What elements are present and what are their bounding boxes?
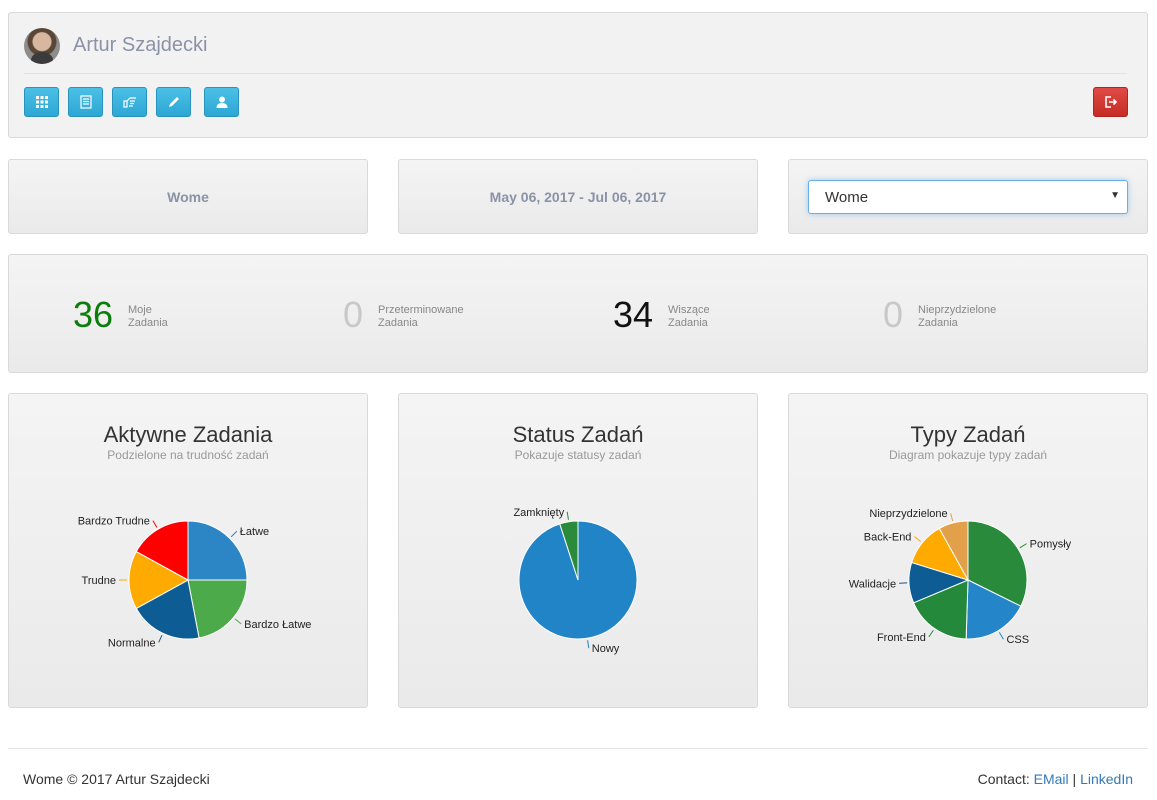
date-range-panel: May 06, 2017 - Jul 06, 2017 — [398, 159, 758, 234]
tasks-list-button[interactable] — [68, 87, 103, 117]
pie-connector — [1019, 543, 1027, 549]
pie-slice-łatwe[interactable] — [187, 520, 248, 581]
pie-connector — [566, 511, 569, 520]
pie-label: CSS — [1006, 634, 1029, 646]
edit-button[interactable] — [156, 87, 191, 117]
pie-connector — [152, 520, 158, 528]
stat-overdue-value: 0 — [343, 294, 364, 335]
pie-label: Nowy — [592, 643, 620, 655]
project-select-value: Wome — [825, 189, 869, 206]
pie-label: Back-End — [864, 531, 912, 543]
pie-label: Bardzo Łatwe — [244, 619, 311, 631]
pie-connector — [158, 634, 163, 643]
stat-pending-value: 34 — [613, 294, 654, 335]
project-label: Wome — [167, 189, 209, 205]
pie-connector — [928, 629, 934, 638]
list-icon — [79, 95, 92, 109]
assign-button[interactable] — [112, 87, 147, 117]
chart-panel-types: Typy Zadań Diagram pokazuje typy zadań P… — [788, 393, 1148, 708]
hand-pointing-icon — [122, 97, 136, 108]
chart-panel-status: Status Zadań Pokazuje statusy zadań Nowy… — [398, 393, 758, 708]
stat-overdue-label: Przeterminowane Zadania — [378, 304, 464, 329]
pie-label: Zamknięty — [513, 507, 564, 519]
pie-label: Łatwe — [240, 526, 269, 538]
header-panel: Artur Szajdecki — [8, 12, 1148, 138]
status-pie-chart: Nowy Zamknięty — [513, 507, 638, 655]
pie-label: Bardzo Trudne — [78, 516, 150, 528]
stat-unassigned-label: Nieprzydzielone Zadania — [918, 304, 997, 329]
avatar[interactable] — [24, 28, 60, 64]
pie-connector — [230, 530, 238, 538]
chart-panel-difficulty: Aktywne Zadania Podzielone na trudność z… — [8, 393, 368, 708]
footer-contact: Contact: EMail | LinkedIn — [978, 771, 1133, 787]
stat-my-tasks-label: Moje Zadania — [128, 304, 168, 329]
stat-my-tasks-value: 36 — [73, 294, 114, 335]
pie-connector — [234, 618, 242, 625]
header-divider — [24, 73, 1127, 74]
pie-connector — [998, 632, 1004, 640]
grid-icon — [35, 96, 48, 108]
dashboard-button[interactable] — [24, 87, 59, 117]
footer-copyright: Wome © 2017 Artur Szajdecki — [23, 771, 210, 787]
date-range[interactable]: May 06, 2017 - Jul 06, 2017 — [399, 189, 757, 205]
user-name: Artur Szajdecki — [73, 34, 208, 56]
profile-button[interactable] — [204, 87, 239, 117]
contact-label: Contact: — [977, 771, 1030, 787]
user-icon — [216, 96, 227, 108]
project-select[interactable]: Wome ▼ — [808, 180, 1128, 214]
project-select-panel: Wome ▼ — [788, 159, 1148, 234]
pencil-icon — [168, 97, 179, 107]
footer-divider — [8, 748, 1148, 749]
footer-separator: | — [1072, 771, 1077, 787]
stat-pending-label: Wiszące Zadania — [668, 304, 710, 329]
linkedin-link[interactable]: LinkedIn — [1080, 771, 1133, 787]
stat-unassigned-value: 0 — [883, 294, 904, 335]
pie-connector — [587, 640, 590, 649]
pie-connector — [914, 536, 921, 542]
logout-button[interactable] — [1093, 87, 1128, 117]
pie-label: Nieprzydzielone — [869, 508, 947, 520]
pie-label: Pomysły — [1030, 539, 1072, 551]
chevron-down-icon: ▼ — [1110, 190, 1120, 201]
pie-label: Walidacje — [849, 578, 896, 590]
types-pie-chart: Pomysły CSS Front-End Walidacje Back-End Niep… — [849, 508, 1072, 646]
pie-label: Trudne — [82, 575, 116, 587]
pie-label: Front-End — [877, 632, 926, 644]
logout-icon — [1104, 96, 1117, 108]
stats-panel: 36 Moje Zadania 0 Przeterminowane Zadania … — [8, 254, 1148, 373]
project-label-panel: Wome — [8, 159, 368, 234]
email-link[interactable]: EMail — [1034, 771, 1069, 787]
difficulty-pie-chart: Łatwe Bardzo Łatwe Normalne Trudne Bardzo Tr… — [78, 516, 312, 650]
pie-label: Normalne — [108, 637, 156, 649]
pie-connector — [950, 513, 954, 522]
